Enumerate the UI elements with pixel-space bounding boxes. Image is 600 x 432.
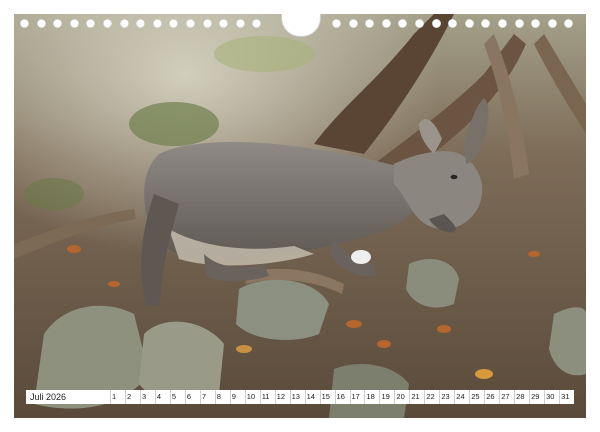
binding-hole	[365, 19, 375, 28]
day-cell: 2	[124, 390, 140, 404]
binding-hole	[235, 19, 245, 28]
day-cell: 8	[214, 390, 230, 404]
binding-hole	[431, 19, 441, 28]
binding-hole	[332, 19, 341, 28]
binding-hole	[464, 19, 474, 28]
binding-hole	[564, 19, 574, 28]
day-cell: 16	[334, 390, 350, 404]
day-cell: 25	[469, 390, 484, 404]
day-cell: 27	[499, 390, 514, 404]
day-cell: 11	[259, 390, 275, 404]
day-cell: 15	[319, 390, 335, 404]
binding-hole	[69, 19, 79, 28]
binding-hole	[497, 19, 507, 28]
month-label: Juli 2026	[30, 392, 67, 402]
day-cell: 3	[139, 390, 155, 404]
day-cell: 13	[289, 390, 305, 404]
binding-hole	[152, 19, 162, 28]
day-cell: 4	[154, 390, 170, 404]
day-cell: 30	[544, 390, 559, 404]
binding-hole	[531, 19, 541, 28]
day-cell: 31	[559, 390, 574, 404]
binding-hole	[202, 19, 212, 28]
day-cell: 10	[244, 390, 260, 404]
binding-hole	[481, 19, 491, 28]
calendar-strip: Juli 2026 1 2 3 4 5 6 7 8 9 10 11 12 13 14 15 16 17 18 19 2…	[26, 390, 574, 404]
ibex-illustration	[14, 14, 586, 418]
binding-hole	[36, 19, 46, 28]
binding-hole	[119, 19, 129, 28]
binding-holes-right	[332, 19, 581, 28]
day-list: 1 2 3 4 5 6 7 8 9 10 11 12 13 14 15 16 17 18 19 20 21 22 23 24 2…	[110, 390, 574, 404]
day-cell: 22	[424, 390, 439, 404]
day-cell: 7	[199, 390, 215, 404]
binding-hole	[381, 19, 391, 28]
binding-hole	[348, 19, 358, 28]
binding-hole	[448, 19, 458, 28]
day-cell: 19	[379, 390, 394, 404]
binding-hole	[252, 19, 262, 28]
calendar-page: Juli 2026 1 2 3 4 5 6 7 8 9 10 11 12 13 14 15 16 17 18 19 2…	[0, 0, 600, 432]
binding-hole	[20, 19, 29, 28]
binding-hole	[86, 19, 96, 28]
day-cell: 18	[364, 390, 379, 404]
binding-hole	[136, 19, 146, 28]
binding-hole	[398, 19, 408, 28]
day-cell: 12	[274, 390, 290, 404]
binding-holes-left	[20, 19, 269, 28]
day-cell: 9	[229, 390, 245, 404]
day-cell: 17	[349, 390, 365, 404]
binding-hole	[514, 19, 524, 28]
day-cell: 29	[529, 390, 544, 404]
day-cell: 28	[514, 390, 529, 404]
day-cell: 24	[454, 390, 469, 404]
day-cell: 14	[304, 390, 320, 404]
binding-hole	[219, 19, 229, 28]
day-cell: 1	[110, 390, 125, 404]
binding-hole	[53, 19, 63, 28]
day-cell: 20	[394, 390, 409, 404]
binding-hole	[102, 19, 112, 28]
ibex-photo	[14, 14, 586, 418]
binding-hole	[547, 19, 557, 28]
day-cell: 21	[409, 390, 424, 404]
day-cell: 23	[439, 390, 454, 404]
binding-hole	[185, 19, 195, 28]
binding-hole	[414, 19, 424, 28]
day-cell: 6	[184, 390, 200, 404]
day-cell: 5	[169, 390, 185, 404]
day-cell: 26	[484, 390, 499, 404]
binding-hole	[169, 19, 179, 28]
